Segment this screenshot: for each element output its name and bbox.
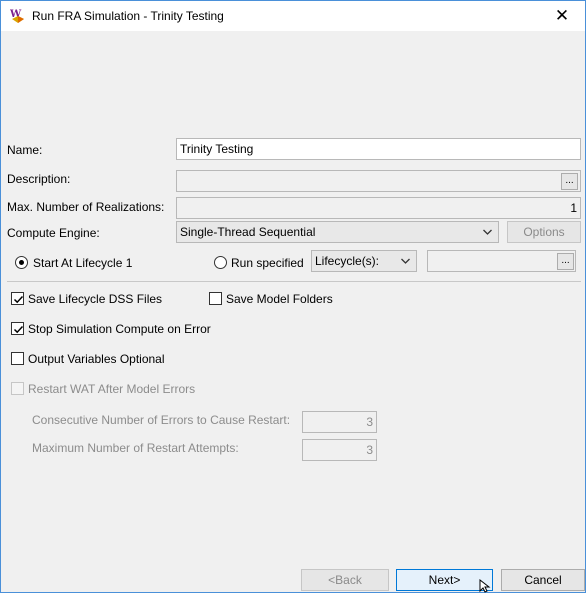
- description-browse-button[interactable]: ...: [561, 173, 578, 190]
- app-logo-icon: W: [10, 9, 24, 23]
- run-specified-radio[interactable]: [214, 256, 227, 269]
- start-at-lifecycle-radio[interactable]: [15, 256, 28, 269]
- restart-wat-label: Restart WAT After Model Errors: [28, 382, 196, 396]
- chevron-down-icon: [401, 258, 410, 264]
- mouse-cursor-icon: [479, 579, 491, 593]
- cancel-button[interactable]: Cancel: [501, 569, 585, 591]
- output-variables-optional-label[interactable]: Output Variables Optional: [28, 352, 165, 366]
- restart-wat-checkbox[interactable]: [11, 382, 24, 395]
- options-button[interactable]: Options: [507, 221, 581, 243]
- max-restart-label: Maximum Number of Restart Attempts:: [32, 441, 239, 455]
- checkmark-icon: [13, 295, 24, 304]
- compute-engine-value: Single-Thread Sequential: [180, 225, 316, 239]
- name-label: Name:: [7, 143, 43, 157]
- lifecycle-field[interactable]: [427, 250, 576, 272]
- chevron-down-icon: [483, 229, 492, 235]
- lifecycle-browse-button[interactable]: ...: [557, 253, 574, 270]
- lifecycle-type-value: Lifecycle(s):: [315, 254, 380, 268]
- stop-on-error-label[interactable]: Stop Simulation Compute on Error: [28, 322, 211, 336]
- stop-on-error-checkbox[interactable]: [11, 322, 24, 335]
- save-model-folders-label[interactable]: Save Model Folders: [226, 292, 333, 306]
- consecutive-errors-label: Consecutive Number of Errors to Cause Re…: [32, 413, 291, 427]
- divider: [7, 281, 581, 282]
- save-lifecycle-dss-checkbox[interactable]: [11, 292, 24, 305]
- save-lifecycle-dss-label[interactable]: Save Lifecycle DSS Files: [28, 292, 162, 306]
- max-restart-field[interactable]: 3: [302, 439, 377, 461]
- lifecycle-type-select[interactable]: Lifecycle(s):: [311, 250, 417, 272]
- output-variables-optional-checkbox[interactable]: [11, 352, 24, 365]
- close-button[interactable]: ✕: [539, 1, 585, 31]
- compute-engine-label: Compute Engine:: [7, 226, 100, 240]
- title-bar[interactable]: W Run FRA Simulation - Trinity Testing ✕: [1, 1, 585, 31]
- checkmark-icon: [13, 325, 24, 334]
- description-label: Description:: [7, 172, 71, 186]
- radio-selected-dot: [19, 260, 24, 265]
- run-fra-simulation-dialog: W Run FRA Simulation - Trinity Testing ✕…: [0, 0, 586, 593]
- consecutive-errors-field[interactable]: 3: [302, 411, 377, 433]
- save-model-folders-checkbox[interactable]: [209, 292, 222, 305]
- start-at-lifecycle-label[interactable]: Start At Lifecycle 1: [33, 256, 132, 270]
- close-icon: ✕: [554, 6, 570, 25]
- window-title: Run FRA Simulation - Trinity Testing: [32, 9, 224, 23]
- run-specified-label[interactable]: Run specified: [231, 256, 304, 270]
- name-field[interactable]: Trinity Testing: [176, 138, 581, 160]
- max-realizations-label: Max. Number of Realizations:: [7, 200, 165, 214]
- max-realizations-field[interactable]: 1: [176, 197, 581, 219]
- compute-engine-select[interactable]: Single-Thread Sequential: [176, 221, 499, 243]
- back-button[interactable]: <Back: [301, 569, 389, 591]
- description-field[interactable]: [176, 170, 581, 192]
